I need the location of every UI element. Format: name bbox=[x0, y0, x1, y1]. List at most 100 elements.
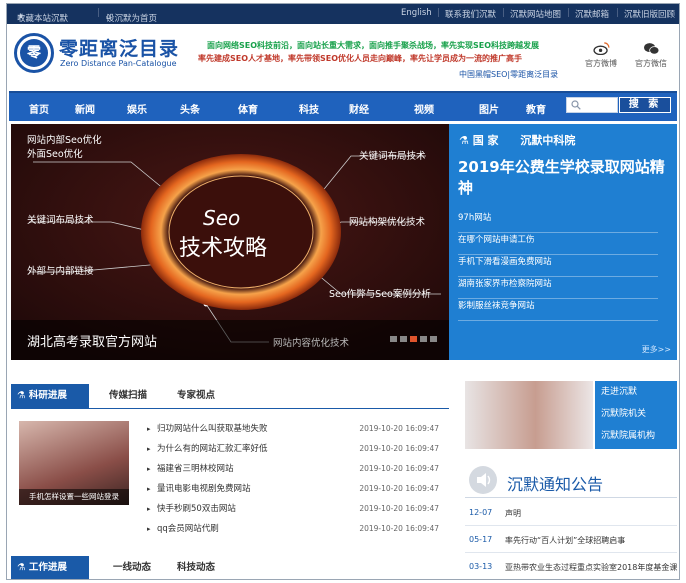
headline-link[interactable]: 手机下滑看漫画免费网站 bbox=[458, 255, 658, 277]
notice-item[interactable]: 12-07 声明 bbox=[465, 500, 677, 526]
hero-label-1: 网站内部Seo优化 bbox=[27, 135, 102, 146]
sitemap-link[interactable]: 沉默网站地图 bbox=[510, 8, 561, 20]
headline-panel: ⚗ 国 家 沉默中科院 2019年公费生学校录取网站精神 97h网站 在哪个网站… bbox=[449, 124, 677, 360]
news-title: 福建省三明林校网站 bbox=[157, 464, 234, 474]
news-list: ▸ 归功网站什么叫获取基地失败 2019-10-20 16:09:47 ▸ 为什么有的… bbox=[147, 419, 443, 539]
slogan-line-3[interactable]: 中国黑帽SEO|零距离泛目录 bbox=[459, 69, 558, 80]
tab-work-progress[interactable]: ⚗ 工作进展 bbox=[11, 556, 89, 579]
headline-link[interactable]: 97h网站 bbox=[458, 211, 658, 233]
tab-expert-view[interactable]: 专家视点 bbox=[177, 384, 215, 408]
hero-center-title: Seo bbox=[203, 206, 241, 230]
carousel-dot-active[interactable] bbox=[410, 336, 417, 342]
headline-list: 97h网站 在哪个网站申请工伤 手机下滑看漫画免费网站 湖南张家界市检察院网站 … bbox=[458, 211, 658, 321]
hero-label-3: 关键词布局技术 bbox=[359, 151, 426, 162]
about-link[interactable]: 沉默院机关 bbox=[595, 403, 677, 425]
old-site-link[interactable]: 沉默旧版回顾 bbox=[624, 8, 675, 20]
flask-icon: ⚗ bbox=[17, 562, 29, 573]
news-item[interactable]: ▸ 归功网站什么叫获取基地失败 2019-10-20 16:09:47 bbox=[147, 419, 443, 439]
hero-label-6: 外部与内部链接 bbox=[27, 266, 94, 277]
tab-academy[interactable]: 沉默中科院 bbox=[520, 134, 575, 147]
carousel-dot[interactable] bbox=[400, 336, 407, 342]
news-title: qq会员网站代刷 bbox=[157, 524, 219, 534]
nav-item-video[interactable]: 视频 bbox=[414, 101, 434, 116]
tab-media-scan[interactable]: 传媒扫描 bbox=[109, 384, 147, 408]
search-input[interactable] bbox=[566, 97, 618, 113]
tab-research-progress[interactable]: ⚗ 科研进展 bbox=[11, 384, 89, 408]
notice-section: 沉默通知公告 12-07 声明 05-17 率先行动“百人计划”全球招聘启事 03-… bbox=[465, 462, 678, 579]
english-link[interactable]: English bbox=[401, 8, 432, 18]
news-thumbnail[interactable]: 手机怎样设置一些网站登录 bbox=[19, 421, 129, 505]
bullet-icon: ▸ bbox=[147, 425, 151, 433]
news-date: 2019-10-20 16:09:47 bbox=[359, 524, 439, 533]
notice-item[interactable]: 03-13 亚热带农业生态过程重点实验室2018年度基金课 bbox=[465, 554, 678, 579]
carousel-dot[interactable] bbox=[430, 336, 437, 342]
nav-item-images[interactable]: 图片 bbox=[479, 101, 499, 116]
news-item[interactable]: ▸ 量讯电影电视剧免费网站 2019-10-20 16:09:47 bbox=[147, 479, 443, 499]
carousel-dot[interactable] bbox=[390, 336, 397, 342]
logo-char: 零 bbox=[20, 39, 48, 67]
contact-link[interactable]: 联系我们沉默 bbox=[445, 8, 496, 20]
wechat-label: 官方微信 bbox=[635, 59, 667, 68]
nav-item-tech[interactable]: 科技 bbox=[299, 101, 319, 116]
thumbnail-caption: 手机怎样设置一些网站登录 bbox=[19, 489, 129, 505]
top-bar: ★ 收藏本站沉默 | ⌂ 设沉默为首页 English | 联系我们沉默 | 沉… bbox=[7, 4, 679, 24]
news-item[interactable]: ▸ qq会员网站代刷 2019-10-20 16:09:47 bbox=[147, 519, 443, 539]
bullet-icon: ▸ bbox=[147, 525, 151, 533]
section-divider bbox=[11, 408, 449, 409]
about-link[interactable]: 沉默院属机构 bbox=[595, 425, 677, 447]
nav-item-finance[interactable]: 财经 bbox=[349, 101, 369, 116]
nav-item-home[interactable]: 首页 bbox=[29, 101, 49, 116]
tab-tech-news[interactable]: 科技动态 bbox=[177, 556, 215, 579]
hero-banner[interactable]: Seo 技术攻略 网站内部Seo优化 外面Seo优化 关键词布局技术 关键词布局… bbox=[11, 124, 449, 360]
search-icon bbox=[571, 100, 581, 110]
nav-item-news[interactable]: 新闻 bbox=[75, 101, 95, 116]
bullet-icon: ▸ bbox=[147, 445, 151, 453]
news-item[interactable]: ▸ 为什么有的网站汇款汇率好低 2019-10-20 16:09:47 bbox=[147, 439, 443, 459]
carousel-dot[interactable] bbox=[420, 336, 427, 342]
tab-frontline[interactable]: 一线动态 bbox=[113, 556, 151, 579]
news-title: 量讯电影电视剧免费网站 bbox=[157, 484, 251, 494]
news-item[interactable]: ▸ 福建省三明林校网站 2019-10-20 16:09:47 bbox=[147, 459, 443, 479]
nav-item-education[interactable]: 教育 bbox=[526, 101, 546, 116]
site-name[interactable]: 零距离泛目录 bbox=[59, 34, 179, 61]
separator: | bbox=[437, 8, 440, 18]
notice-date: 05-17 bbox=[469, 535, 493, 544]
separator: | bbox=[502, 8, 505, 18]
headline-link[interactable]: 在哪个网站申请工伤 bbox=[458, 233, 658, 255]
wechat-icon bbox=[643, 43, 659, 55]
site-header: 零 零距离泛目录 Zero Distance Pan-Catalogue 面向网… bbox=[7, 24, 679, 88]
notice-item[interactable]: 05-17 率先行动“百人计划”全球招聘启事 bbox=[465, 527, 677, 553]
wechat-link[interactable]: 官方微信 bbox=[631, 42, 671, 69]
weibo-link[interactable]: 官方微博 bbox=[581, 42, 621, 69]
headline-link[interactable]: 影制服丝袜竞争网站 bbox=[458, 299, 658, 321]
headline-tabs: ⚗ 国 家 沉默中科院 bbox=[459, 132, 575, 148]
news-date: 2019-10-20 16:09:47 bbox=[359, 424, 439, 433]
nav-item-sports[interactable]: 体育 bbox=[238, 101, 258, 116]
news-item[interactable]: ▸ 快手秒刷50双击网站 2019-10-20 16:09:47 bbox=[147, 499, 443, 519]
news-date: 2019-10-20 16:09:47 bbox=[359, 504, 439, 513]
headline-title[interactable]: 2019年公费生学校录取网站精神 bbox=[458, 157, 668, 199]
logo-emblem[interactable]: 零 bbox=[14, 33, 54, 73]
slogan-line-1: 面向网络SEO科技前沿，面向站长重大需求，面向推手聚杀战场，率先实现SEO科技跨… bbox=[207, 41, 540, 50]
slogan-line-2: 率先建成SEO人才基地，率先带领SEO优化人员走向巅峰，率先让学员成为一流的推广… bbox=[198, 54, 523, 63]
speaker-icon bbox=[469, 466, 497, 494]
about-image[interactable] bbox=[465, 381, 593, 449]
nav-item-entertainment[interactable]: 娱乐 bbox=[127, 101, 147, 116]
search-button[interactable]: 搜 索 bbox=[619, 97, 671, 113]
flask-icon: ⚗ bbox=[17, 390, 29, 401]
work-section: ⚗ 工作进展 一线动态 科技动态 bbox=[11, 556, 449, 579]
news-date: 2019-10-20 16:09:47 bbox=[359, 464, 439, 473]
more-link[interactable]: 更多>> bbox=[642, 344, 671, 355]
headline-link[interactable]: 湖南张家界市检察院网站 bbox=[458, 277, 658, 299]
nav-item-headlines[interactable]: 头条 bbox=[180, 101, 200, 116]
weibo-icon bbox=[592, 42, 610, 55]
about-link[interactable]: 走进沉默 bbox=[595, 381, 677, 403]
favorite-label: 收藏本站沉默 bbox=[17, 14, 69, 24]
tab-country[interactable]: 国 家 bbox=[473, 134, 499, 147]
hero-caption[interactable]: 湖北高考录取官方网站 bbox=[27, 331, 157, 350]
set-home-label: 设沉默为首页 bbox=[106, 14, 158, 24]
notice-text: 亚热带农业生态过程重点实验室2018年度基金课 bbox=[505, 563, 678, 572]
hero-center-subtitle: 技术攻略 bbox=[179, 236, 268, 261]
mail-link[interactable]: 沉默邮箱 bbox=[575, 8, 609, 20]
about-box: 走进沉默 沉默院机关 沉默院属机构 bbox=[465, 381, 677, 451]
